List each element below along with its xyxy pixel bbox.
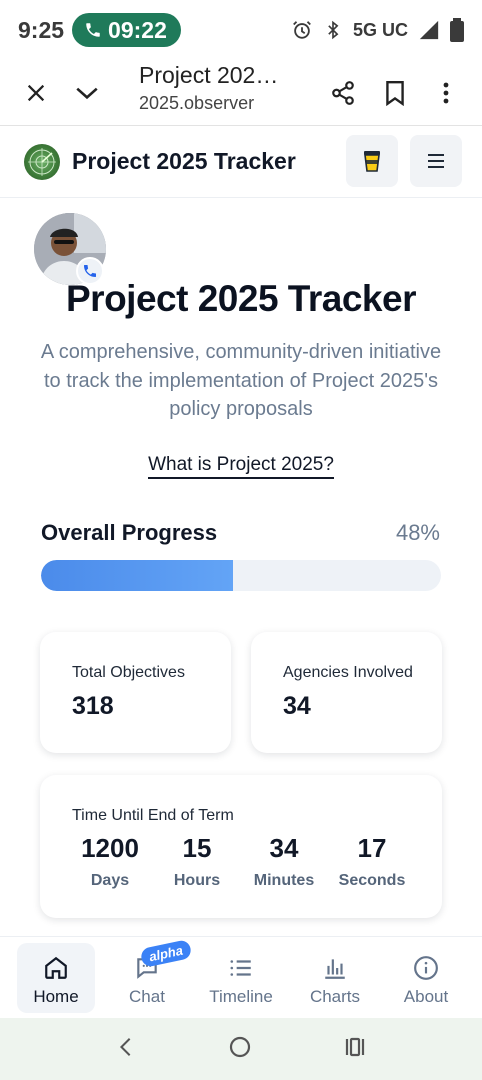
status-time: 9:25 — [18, 16, 65, 43]
network-type: 5G UC — [352, 19, 408, 40]
donate-coffee-button[interactable] — [346, 135, 398, 187]
nav-label: Charts — [309, 987, 361, 1006]
menu-button[interactable] — [410, 135, 462, 187]
browser-url: 2025.observer — [139, 93, 255, 113]
countdown-seconds: 17 Seconds — [327, 833, 417, 890]
more-options-button[interactable] — [424, 71, 468, 115]
ongoing-call-pill[interactable]: 09:22 — [72, 13, 181, 47]
circle-home-icon — [229, 1036, 251, 1057]
countdown-value: 15 — [182, 833, 212, 863]
share-button[interactable] — [321, 71, 365, 115]
what-is-project-link[interactable]: What is Project 2025? — [148, 454, 334, 479]
chevron-down-icon — [76, 87, 98, 100]
phone-icon — [86, 23, 100, 37]
share-icon — [332, 81, 354, 105]
countdown-hours: 15 Hours — [152, 833, 242, 890]
agencies-value: 34 — [283, 692, 311, 720]
nav-about[interactable]: About — [387, 943, 465, 1013]
site-header: Project 2025 Tracker — [0, 126, 482, 198]
collapse-button[interactable] — [65, 71, 109, 115]
progress-bar-fill — [41, 560, 233, 591]
nav-charts[interactable]: Charts — [296, 943, 374, 1013]
status-bar: 9:25 09:22 5G UC — [0, 0, 482, 60]
phone-icon — [84, 265, 96, 277]
page-title-area[interactable]: Project 202… 2025.observer — [139, 62, 278, 114]
countdown-unit: Minutes — [253, 872, 315, 889]
home-icon — [45, 956, 67, 979]
bottom-nav: Home Chat Timeline Charts About — [0, 936, 482, 1018]
agencies-card: Agencies Involved 34 — [251, 632, 442, 753]
countdown-value: 17 — [357, 833, 387, 863]
countdown-label: Time Until End of Term — [72, 807, 234, 824]
countdown-unit: Hours — [173, 872, 221, 889]
list-icon — [230, 960, 251, 976]
system-nav-bar — [0, 1018, 482, 1080]
bluetooth-icon — [328, 20, 339, 40]
agencies-label: Agencies Involved — [283, 664, 413, 681]
bar-chart-icon — [325, 959, 345, 979]
recents-icon — [345, 1037, 364, 1056]
hamburger-menu-icon — [428, 154, 444, 168]
coffee-cup-icon — [364, 151, 380, 172]
hero-title: Project 2025 Tracker — [66, 278, 416, 319]
nav-label: Chat — [129, 987, 165, 1006]
countdown-card: Time Until End of Term 1200 Days 15 Hour… — [40, 775, 442, 918]
countdown-value: 1200 — [81, 833, 139, 863]
countdown-value: 34 — [269, 833, 299, 863]
progress-bar — [41, 560, 441, 591]
countdown-minutes: 34 Minutes — [239, 833, 329, 890]
call-timer: 09:22 — [108, 16, 167, 43]
alarm-icon — [293, 21, 311, 39]
progress-label: Overall Progress — [41, 520, 218, 545]
info-icon — [414, 956, 438, 980]
close-tab-button[interactable] — [14, 71, 58, 115]
nav-label: Home — [33, 987, 79, 1006]
bookmark-button[interactable] — [373, 71, 417, 115]
signal-icon — [419, 20, 439, 40]
nav-label: Timeline — [209, 987, 273, 1006]
radar-logo-icon[interactable] — [24, 143, 60, 180]
countdown-unit: Seconds — [338, 872, 406, 889]
back-chevron-icon — [120, 1037, 131, 1056]
objectives-card: Total Objectives 318 — [40, 632, 231, 753]
countdown-unit: Days — [90, 872, 130, 889]
system-back-button[interactable] — [115, 1034, 137, 1065]
browser-page-title: Project 202… — [139, 62, 279, 88]
objectives-label: Total Objectives — [72, 664, 185, 681]
system-recents-button[interactable] — [343, 1035, 367, 1064]
close-icon — [27, 84, 45, 102]
objectives-value: 318 — [72, 692, 114, 720]
more-vert-icon — [443, 82, 449, 104]
nav-timeline[interactable]: Timeline — [202, 943, 280, 1013]
progress-percent: 48% — [395, 520, 440, 545]
countdown-days: 1200 Days — [65, 833, 155, 890]
hero-subtitle: A comprehensive, community-driven initia… — [40, 341, 442, 420]
bookmark-icon — [386, 80, 404, 106]
nav-home[interactable]: Home — [17, 943, 95, 1013]
nav-label: About — [403, 987, 449, 1006]
browser-toolbar: Project 202… 2025.observer — [0, 60, 482, 126]
battery-icon — [450, 18, 464, 42]
system-home-button[interactable] — [228, 1035, 252, 1064]
site-title[interactable]: Project 2025 Tracker — [72, 148, 296, 175]
